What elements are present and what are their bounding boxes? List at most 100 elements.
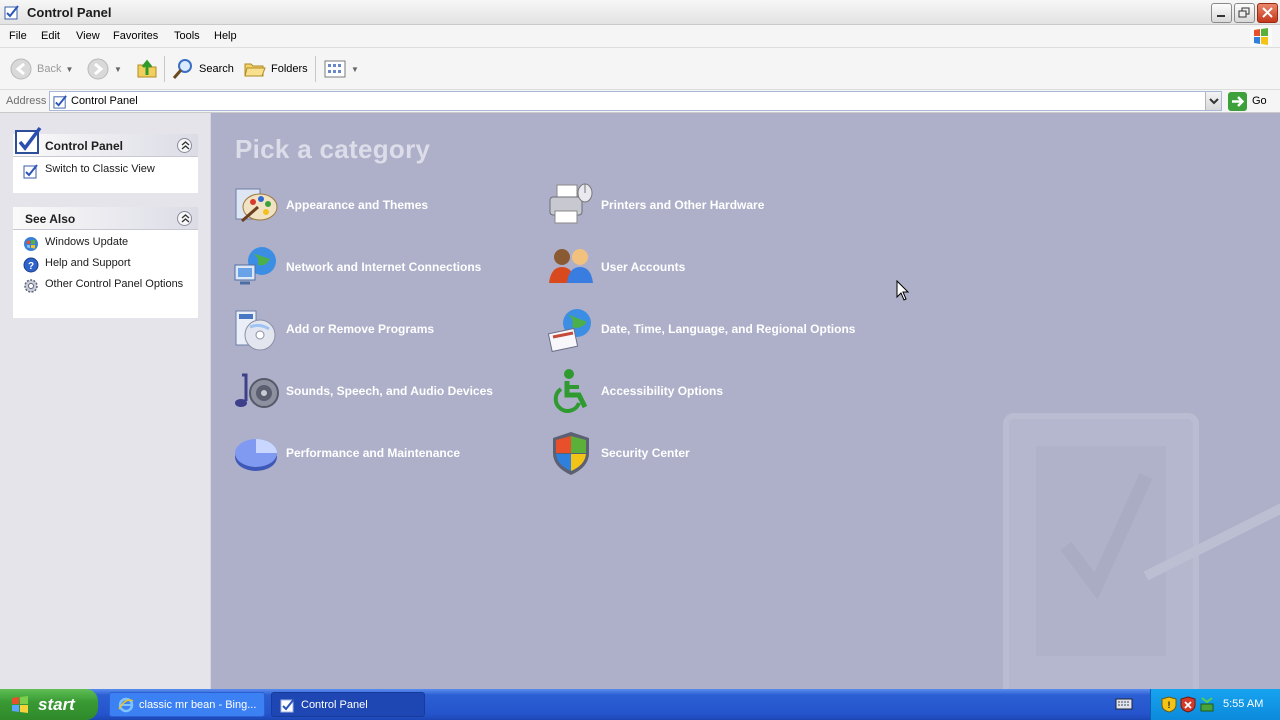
menu-help[interactable]: Help <box>214 30 237 42</box>
appearance-icon <box>235 188 278 223</box>
category-printers-and-other-hardware[interactable]: Printers and Other Hardware <box>547 180 764 230</box>
switch-to-classic-view-link[interactable]: Switch to Classic View <box>23 163 188 179</box>
category-date-time-language-and-regional-options[interactable]: Date, Time, Language, and Regional Optio… <box>547 304 855 354</box>
category-label: Performance and Maintenance <box>286 446 461 460</box>
address-label: Address <box>6 95 47 107</box>
keyboard-icon[interactable] <box>1115 697 1133 711</box>
category-add-or-remove-programs[interactable]: Add or Remove Programs <box>232 304 434 354</box>
category-view: Pick a category Appearance and Themes Ne… <box>211 113 1280 689</box>
task-label: Switch to Classic View <box>45 163 155 175</box>
category-appearance-and-themes[interactable]: Appearance and Themes <box>232 180 428 230</box>
forward-dropdown-icon[interactable]: ▼ <box>114 65 122 74</box>
chevron-up-icon <box>181 214 190 223</box>
back-button[interactable]: Back ▼ <box>9 48 73 90</box>
chevron-down-icon <box>1209 98 1219 105</box>
title-bar: Control Panel <box>0 0 1280 25</box>
see-also-panel: See Also Windows Update ? Help and Suppo <box>13 207 198 318</box>
category-label: Printers and Other Hardware <box>601 198 765 212</box>
taskbar-button-label: Control Panel <box>301 698 368 711</box>
collapse-button[interactable] <box>177 211 192 226</box>
network-status-icon[interactable] <box>1199 696 1215 713</box>
panel-title: Control Panel <box>45 139 124 153</box>
category-label: Appearance and Themes <box>286 198 429 212</box>
taskbar-button-control-panel[interactable]: Control Panel <box>271 692 425 717</box>
folders-label: Folders <box>271 63 308 75</box>
category-user-accounts[interactable]: User Accounts <box>547 242 685 292</box>
windows-logo-icon <box>1250 27 1272 46</box>
svg-text:!: ! <box>1168 700 1171 710</box>
address-dropdown-button[interactable] <box>1205 92 1221 110</box>
search-label: Search <box>199 63 234 75</box>
svg-text:?: ? <box>28 261 34 272</box>
windows-update-link[interactable]: Windows Update <box>23 236 188 252</box>
category-label: Sounds, Speech, and Audio Devices <box>286 384 493 398</box>
close-button[interactable] <box>1257 3 1278 23</box>
forward-button[interactable]: ▼ <box>86 48 122 90</box>
start-button[interactable]: start <box>0 689 98 720</box>
taskbar-button-browser[interactable]: classic mr bean - Bing... <box>109 692 265 717</box>
go-label: Go <box>1252 95 1267 107</box>
control-panel-icon <box>4 5 19 20</box>
security-shield-icon <box>553 432 589 475</box>
security-alert-icon[interactable]: ! <box>1161 696 1177 713</box>
up-folder-button[interactable] <box>135 48 159 90</box>
views-icon <box>324 60 346 78</box>
folders-button[interactable]: Folders <box>243 48 308 90</box>
category-security-center[interactable]: Security Center <box>547 428 690 478</box>
chevron-up-icon <box>181 141 190 150</box>
control-panel-large-icon <box>15 126 42 154</box>
search-icon <box>172 59 192 79</box>
menu-favorites[interactable]: Favorites <box>113 30 158 42</box>
control-panel-icon <box>53 95 67 109</box>
toolbar-separator <box>315 56 316 82</box>
address-value: Control Panel <box>71 95 138 107</box>
search-button[interactable]: Search <box>171 48 234 90</box>
windows-update-icon <box>24 237 38 251</box>
panel-header[interactable]: See Also <box>13 207 198 230</box>
firewall-warning-icon[interactable] <box>1180 696 1196 713</box>
category-label: Security Center <box>601 446 690 460</box>
menu-edit[interactable]: Edit <box>41 30 60 42</box>
address-field[interactable]: Control Panel <box>49 91 1222 111</box>
help-and-support-link[interactable]: ? Help and Support <box>23 257 188 273</box>
restore-button[interactable] <box>1234 3 1255 23</box>
back-arrow-icon <box>10 58 32 80</box>
task-label: Other Control Panel Options <box>45 278 184 290</box>
category-performance-and-maintenance[interactable]: Performance and Maintenance <box>232 428 460 478</box>
network-icon <box>234 247 276 285</box>
menu-file[interactable]: File <box>9 30 27 42</box>
folders-icon <box>244 63 266 77</box>
windows-logo-icon <box>12 695 28 713</box>
category-sounds-speech-and-audio-devices[interactable]: Sounds, Speech, and Audio Devices <box>232 366 493 416</box>
views-button[interactable]: ▼ <box>323 48 359 90</box>
category-label: Date, Time, Language, and Regional Optio… <box>601 322 856 336</box>
collapse-button[interactable] <box>177 138 192 153</box>
go-button[interactable]: Go <box>1228 91 1267 111</box>
category-network-and-internet-connections[interactable]: Network and Internet Connections <box>232 242 481 292</box>
control-panel-icon <box>23 164 38 179</box>
views-dropdown-icon[interactable]: ▼ <box>351 65 359 74</box>
menu-view[interactable]: View <box>76 30 100 42</box>
minimize-button[interactable] <box>1211 3 1232 23</box>
minimize-icon <box>1217 15 1225 17</box>
other-control-panel-options-link[interactable]: Other Control Panel Options <box>23 278 188 294</box>
category-accessibility-options[interactable]: Accessibility Options <box>547 366 723 416</box>
clock[interactable]: 5:55 AM <box>1223 698 1263 710</box>
accessibility-icon <box>553 369 588 413</box>
control-panel-icon <box>280 697 295 712</box>
back-dropdown-icon[interactable]: ▼ <box>65 65 73 74</box>
sounds-icon <box>235 373 279 408</box>
mouse-cursor-icon <box>896 280 910 301</box>
taskbar-button-label: classic mr bean - Bing... <box>139 698 257 711</box>
system-tray: ! 5:55 AM <box>1150 689 1280 720</box>
menu-bar: File Edit View Favorites Tools Help <box>0 25 1280 48</box>
datetime-icon <box>547 309 591 353</box>
menu-tools[interactable]: Tools <box>174 30 200 42</box>
category-label: Network and Internet Connections <box>286 260 482 274</box>
panel-title: See Also <box>25 212 76 226</box>
toolbar: Back ▼ ▼ Search Folders ▼ <box>0 48 1280 90</box>
window-title: Control Panel <box>27 5 112 20</box>
start-label: start <box>38 694 75 714</box>
taskbar: start classic mr bean - Bing... Control … <box>0 689 1280 720</box>
go-arrow-icon <box>1228 91 1247 111</box>
